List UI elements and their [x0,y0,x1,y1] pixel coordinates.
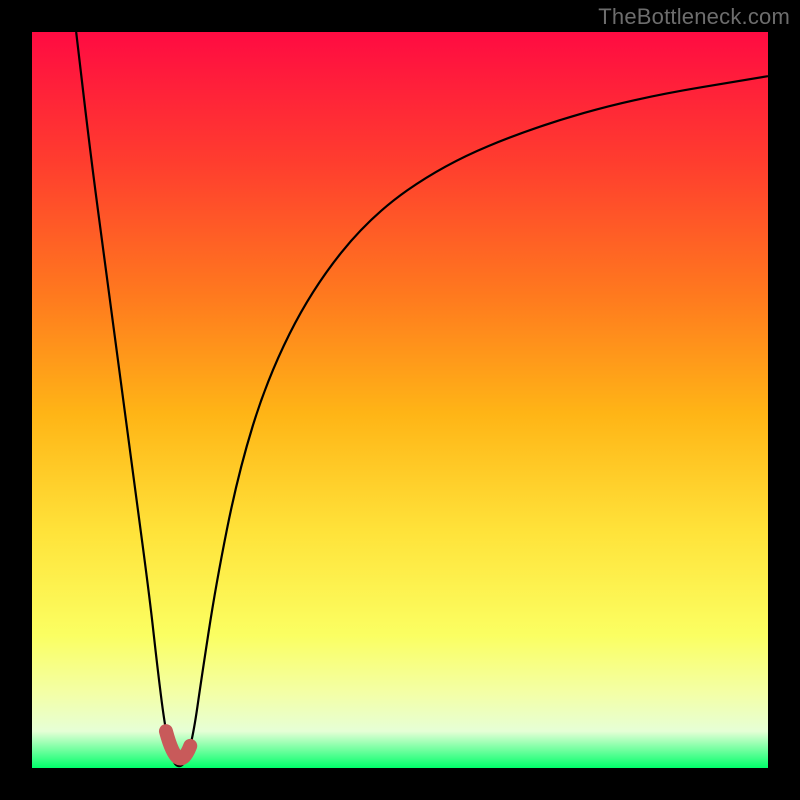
plot-area [32,32,768,768]
watermark-text: TheBottleneck.com [598,4,790,30]
curve-svg [32,32,768,768]
chart-frame: TheBottleneck.com [0,0,800,800]
valley-highlight [166,731,190,758]
bottleneck-curve [76,32,768,766]
